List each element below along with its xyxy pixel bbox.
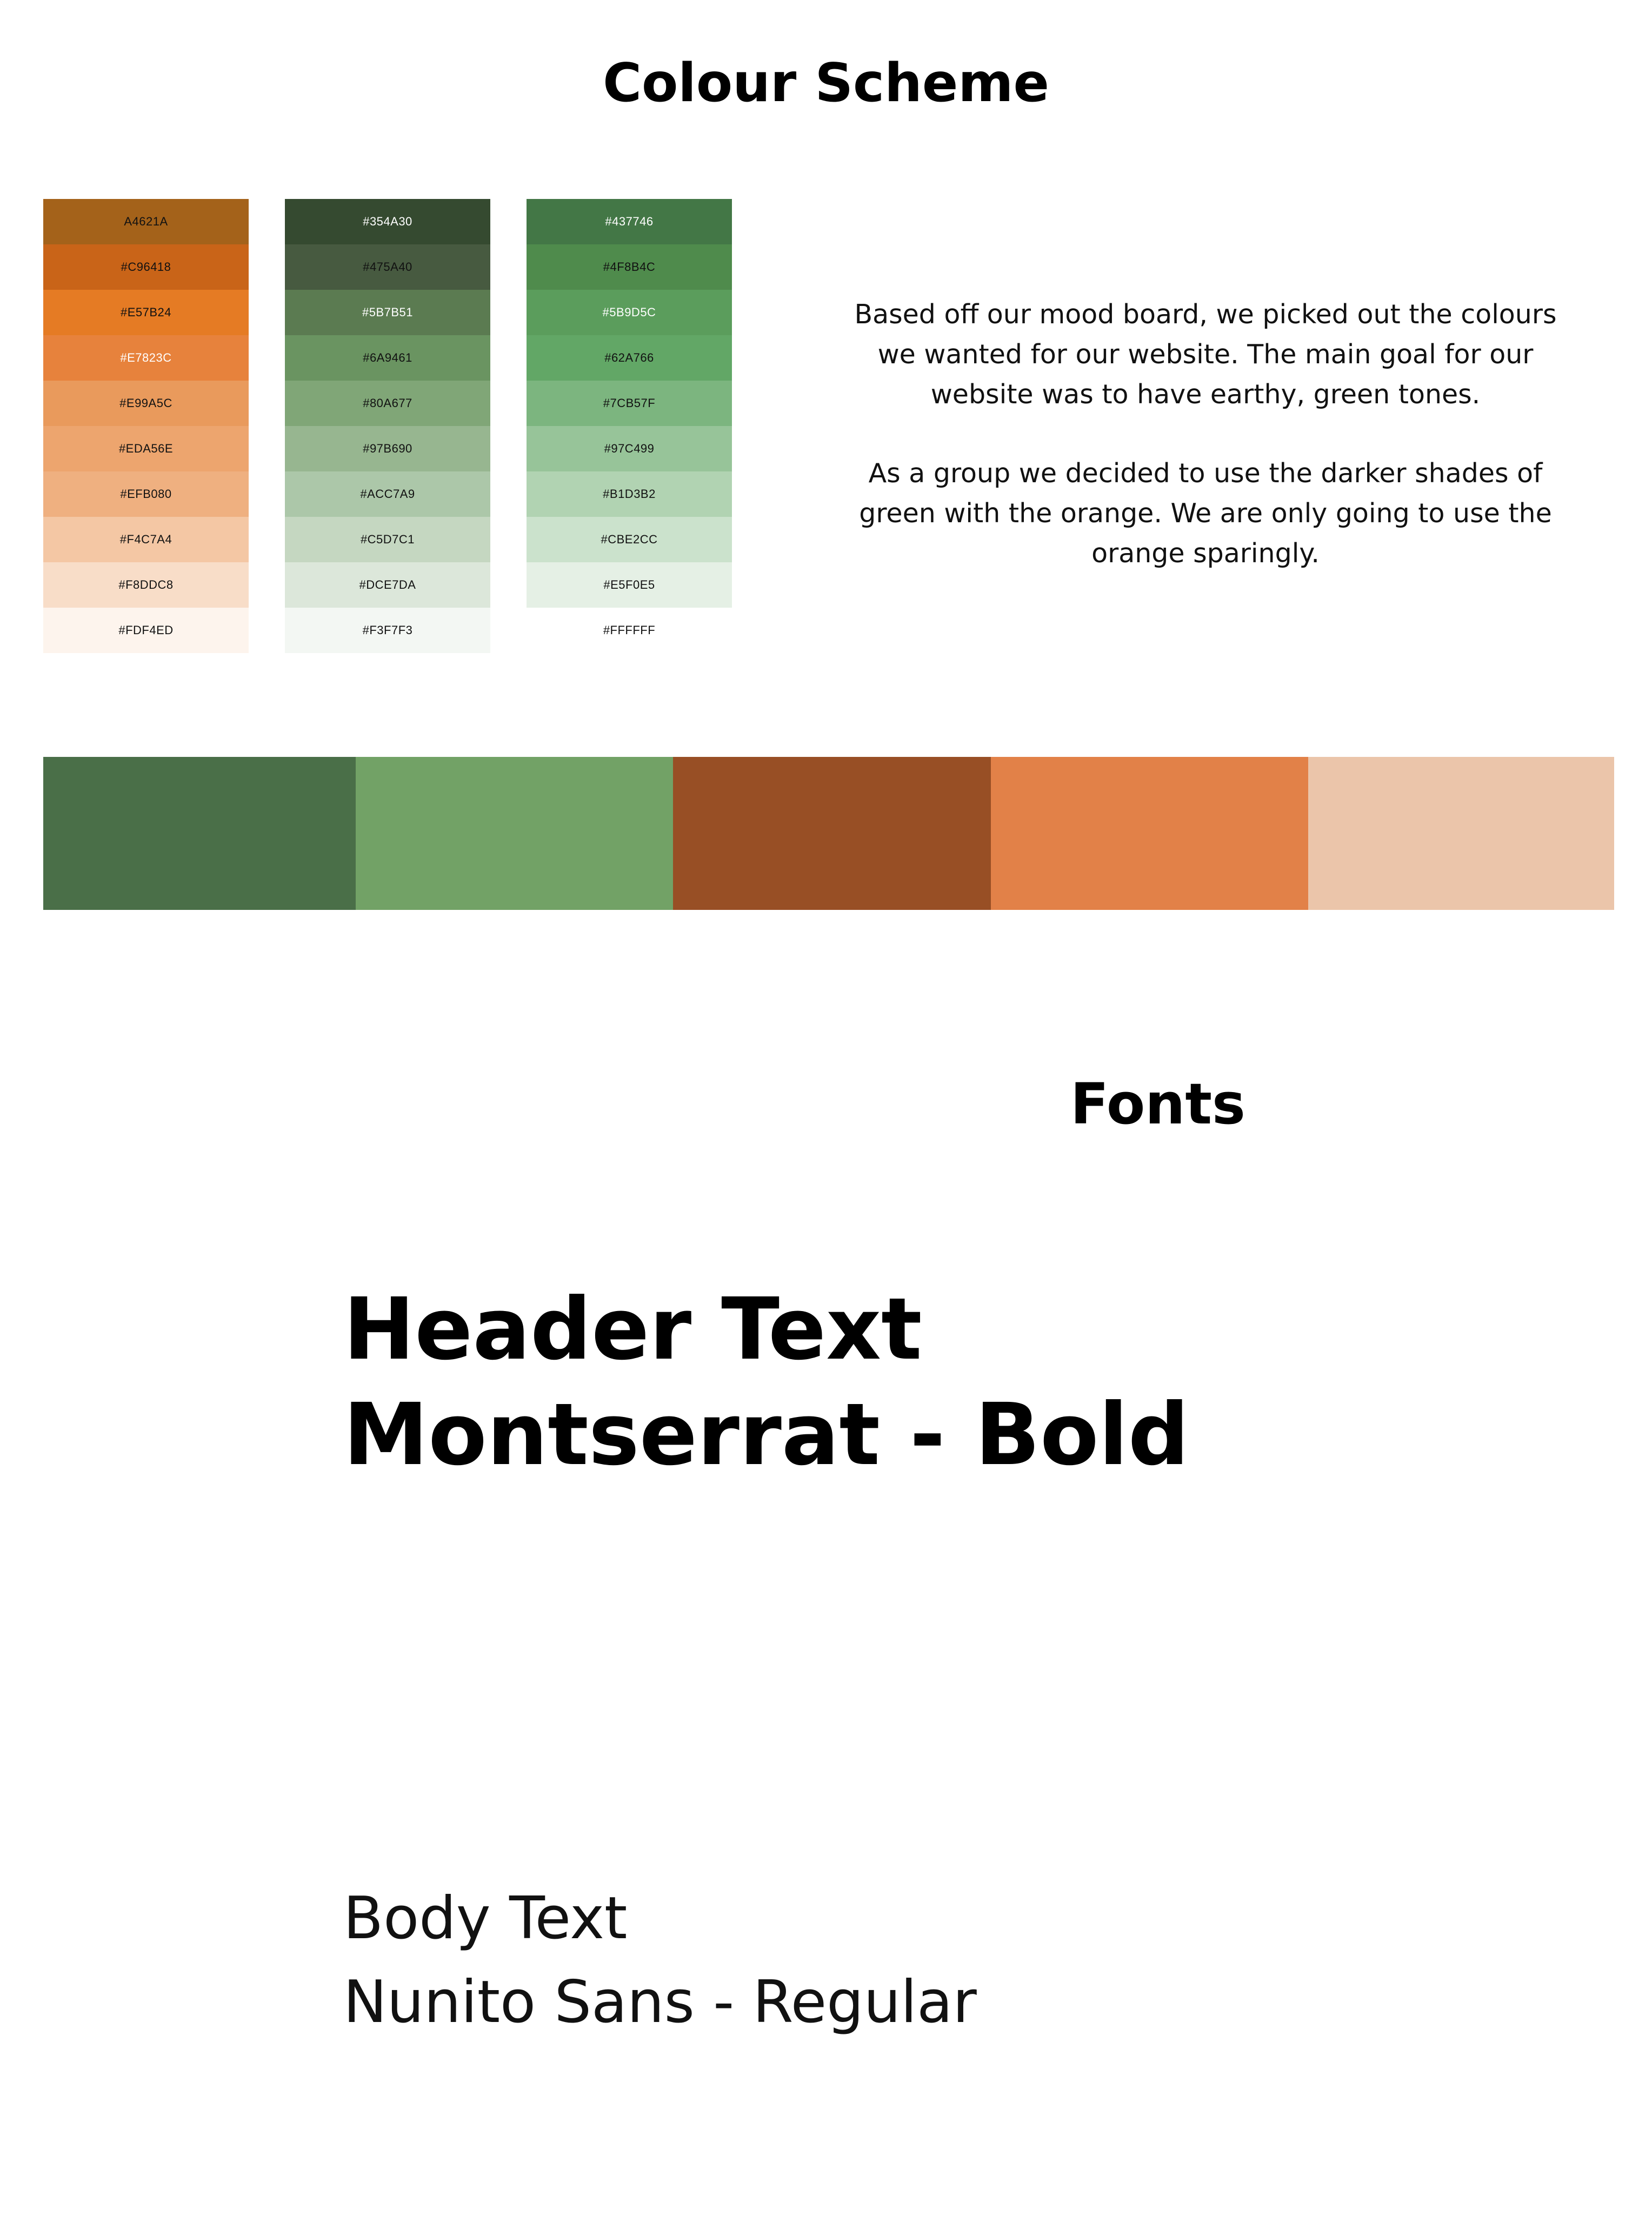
colour-swatch: #B1D3B2 <box>527 471 732 517</box>
bar-swatch-orange <box>991 757 1308 910</box>
colour-swatch: #F4C7A4 <box>43 517 249 562</box>
colour-swatch: #5B7B51 <box>285 290 490 335</box>
body-font-sample-label: Body Text <box>343 1885 628 1952</box>
fonts-title: Fonts <box>1070 1071 1245 1137</box>
colour-swatch: #FDF4ED <box>43 608 249 653</box>
dark-green-palette: #354A30 #475A40 #5B7B51 #6A9461 #80A677 #97B6… <box>285 199 490 653</box>
colour-swatch: #C96418 <box>43 244 249 290</box>
colour-swatch: #62A766 <box>527 335 732 381</box>
colour-swatch: #F8DDC8 <box>43 562 249 608</box>
colour-swatch: #ACC7A9 <box>285 471 490 517</box>
colour-swatch: #C5D7C1 <box>285 517 490 562</box>
colour-swatch: #7CB57F <box>527 381 732 426</box>
description-paragraph-2: As a group we decided to use the darker … <box>859 458 1552 569</box>
colour-swatch: #475A40 <box>285 244 490 290</box>
colour-swatch: #F3F7F3 <box>285 608 490 653</box>
colour-swatch: #DCE7DA <box>285 562 490 608</box>
colour-swatch: #E5F0E5 <box>527 562 732 608</box>
colour-swatch: #4F8B4C <box>527 244 732 290</box>
colour-swatch: #97B690 <box>285 426 490 471</box>
selected-colours-bar <box>43 757 1614 910</box>
colour-swatch: #6A9461 <box>285 335 490 381</box>
colour-swatch: #354A30 <box>285 199 490 244</box>
colour-scheme-title: Colour Scheme <box>603 52 1049 114</box>
colour-swatch: #E57B24 <box>43 290 249 335</box>
colour-swatch: #EDA56E <box>43 426 249 471</box>
colour-description: Based off our mood board, we picked out … <box>849 295 1562 613</box>
colour-swatch: A4621A <box>43 199 249 244</box>
header-font-name: Montserrat - Bold <box>343 1385 1189 1485</box>
body-font-name: Nunito Sans - Regular <box>343 1968 977 2036</box>
colour-swatch: #E7823C <box>43 335 249 381</box>
green-palette: #437746 #4F8B4C #5B9D5C #62A766 #7CB57F #97C4… <box>527 199 732 653</box>
bar-swatch-dark-green <box>43 757 356 910</box>
bar-swatch-green <box>356 757 673 910</box>
colour-swatch: #CBE2CC <box>527 517 732 562</box>
orange-palette: A4621A #C96418 #E57B24 #E7823C #E99A5C #EDA56… <box>43 199 249 653</box>
colour-swatch: #437746 <box>527 199 732 244</box>
header-font-sample-label: Header Text <box>343 1280 922 1379</box>
bar-swatch-peach <box>1308 757 1614 910</box>
colour-swatch: #5B9D5C <box>527 290 732 335</box>
description-paragraph-1: Based off our mood board, we picked out … <box>854 299 1557 410</box>
colour-swatch: #E99A5C <box>43 381 249 426</box>
colour-swatch: #EFB080 <box>43 471 249 517</box>
bar-swatch-brown <box>673 757 991 910</box>
colour-swatch: #FFFFFF <box>527 608 732 653</box>
colour-swatch: #97C499 <box>527 426 732 471</box>
colour-swatch: #80A677 <box>285 381 490 426</box>
